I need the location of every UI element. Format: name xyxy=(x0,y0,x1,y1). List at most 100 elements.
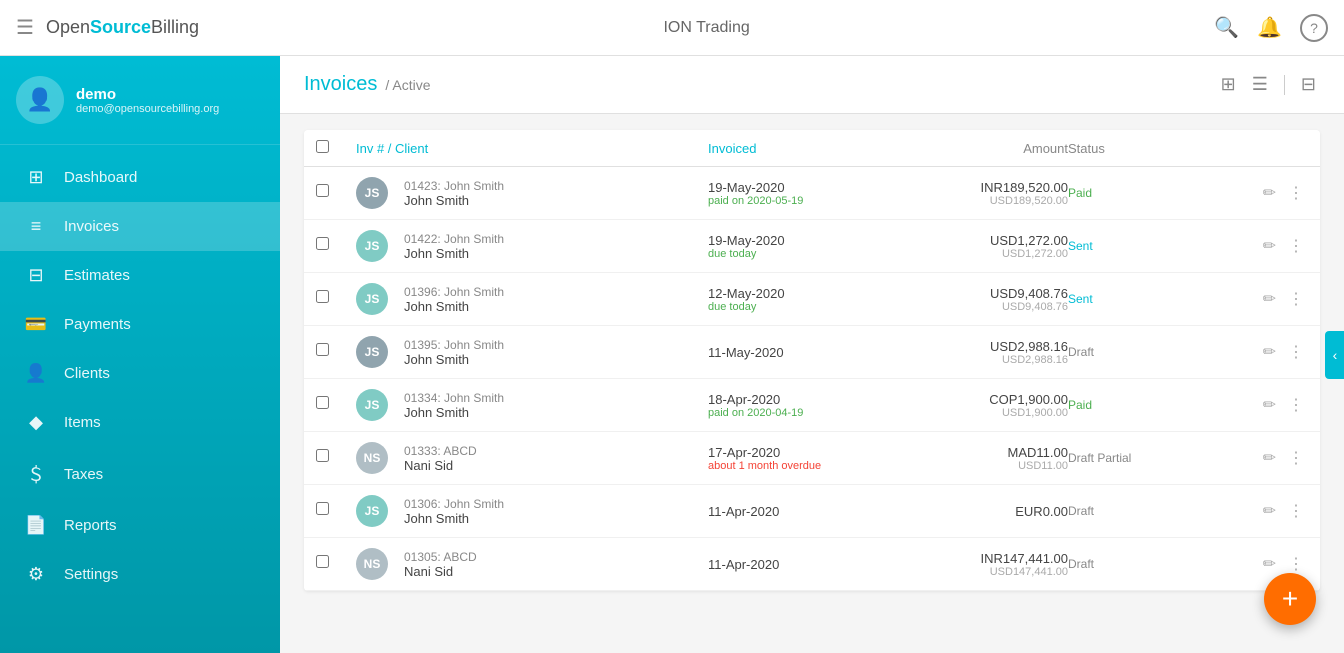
row-avatar: NS xyxy=(356,548,388,580)
row-actions: ✏ ⋮ xyxy=(1228,287,1308,311)
edit-invoice-button[interactable]: ✏ xyxy=(1259,552,1280,576)
row-date: 11-Apr-2020 xyxy=(708,504,908,519)
list-view-button[interactable]: ☰ xyxy=(1248,70,1272,99)
row-date-cell: 11-Apr-2020 xyxy=(708,504,908,519)
sidebar-item-label: Taxes xyxy=(64,466,103,483)
table-row: JS 01396: John Smith John Smith 12-May-2… xyxy=(304,273,1320,326)
sidebar-item-label: Estimates xyxy=(64,267,130,284)
bell-icon[interactable]: 🔔 xyxy=(1257,15,1282,40)
table-row: JS 01423: John Smith John Smith 19-May-2… xyxy=(304,167,1320,220)
status-badge: Sent xyxy=(1068,239,1093,253)
edit-invoice-button[interactable]: ✏ xyxy=(1259,499,1280,523)
date-sub: paid on 2020-05-19 xyxy=(708,195,908,207)
sidebar-item-payments[interactable]: 💳 Payments xyxy=(0,300,280,349)
user-name: demo xyxy=(76,86,219,103)
invoices-icon: ≡ xyxy=(24,216,48,237)
row-checkbox[interactable] xyxy=(316,396,329,409)
sidebar-item-taxes[interactable]: ＄ Taxes xyxy=(0,447,280,501)
avatar: 👤 xyxy=(16,76,64,124)
menu-icon[interactable]: ☰ xyxy=(16,15,34,40)
row-checkbox[interactable] xyxy=(316,449,329,462)
more-options-button[interactable]: ⋮ xyxy=(1284,393,1308,417)
row-status-cell: Draft xyxy=(1068,343,1228,361)
main-layout: 👤 demo demo@opensourcebilling.org ⊞ Dash… xyxy=(0,56,1344,653)
more-options-button[interactable]: ⋮ xyxy=(1284,340,1308,364)
row-client-cell: JS 01422: John Smith John Smith xyxy=(356,230,708,262)
sidebar-item-settings[interactable]: ⚙ Settings xyxy=(0,550,280,599)
row-client-name: John Smith xyxy=(404,511,504,526)
sidebar-nav: ⊞ Dashboard ≡ Invoices ⊟ Estimates 💳 Pay… xyxy=(0,145,280,653)
clients-icon: 👤 xyxy=(24,363,48,384)
sidebar-item-estimates[interactable]: ⊟ Estimates xyxy=(0,251,280,300)
sidebar-item-label: Payments xyxy=(64,316,131,333)
table-row: JS 01306: John Smith John Smith 11-Apr-2… xyxy=(304,485,1320,538)
row-invoice-info: 01422: John Smith John Smith xyxy=(396,232,504,261)
row-checkbox[interactable] xyxy=(316,343,329,356)
row-checkbox[interactable] xyxy=(316,237,329,250)
row-actions: ✏ ⋮ xyxy=(1228,234,1308,258)
row-checkbox-cell xyxy=(316,449,356,467)
row-checkbox[interactable] xyxy=(316,290,329,303)
sidebar-item-items[interactable]: ◆ Items xyxy=(0,398,280,447)
sidebar-item-dashboard[interactable]: ⊞ Dashboard xyxy=(0,153,280,202)
row-checkbox[interactable] xyxy=(316,502,329,515)
row-checkbox-cell xyxy=(316,343,356,361)
table-container: Inv # / Client Invoiced Amount Status JS… xyxy=(280,114,1344,607)
row-invoice-num: 01306: John Smith xyxy=(404,497,504,511)
row-checkbox[interactable] xyxy=(316,184,329,197)
row-checkbox[interactable] xyxy=(316,555,329,568)
collapse-panel-tab[interactable]: ‹ xyxy=(1325,331,1344,379)
row-invoice-num: 01333: ABCD xyxy=(404,444,477,458)
sidebar-item-clients[interactable]: 👤 Clients xyxy=(0,349,280,398)
select-all-checkbox[interactable] xyxy=(316,140,329,153)
row-client-name: John Smith xyxy=(404,352,504,367)
help-icon[interactable]: ? xyxy=(1300,14,1328,42)
sidebar-item-label: Settings xyxy=(64,566,118,583)
edit-invoice-button[interactable]: ✏ xyxy=(1259,181,1280,205)
row-actions: ✏ ⋮ xyxy=(1228,340,1308,364)
edit-invoice-button[interactable]: ✏ xyxy=(1259,287,1280,311)
estimates-icon: ⊟ xyxy=(24,265,48,286)
row-avatar: JS xyxy=(356,495,388,527)
status-badge: Draft Partial xyxy=(1068,451,1131,465)
sidebar-item-invoices[interactable]: ≡ Invoices xyxy=(0,202,280,251)
row-client-name: John Smith xyxy=(404,193,504,208)
row-status-cell: Paid xyxy=(1068,396,1228,414)
row-amount-cell: EUR0.00 xyxy=(908,504,1068,519)
logo-open: Open xyxy=(46,17,90,38)
more-options-button[interactable]: ⋮ xyxy=(1284,287,1308,311)
reports-icon: 📄 xyxy=(24,515,48,536)
filter-button[interactable]: ⊟ xyxy=(1297,70,1320,99)
edit-invoice-button[interactable]: ✏ xyxy=(1259,340,1280,364)
search-icon[interactable]: 🔍 xyxy=(1214,15,1239,40)
col-amount: Amount xyxy=(908,141,1068,156)
row-invoice-num: 01396: John Smith xyxy=(404,285,504,299)
row-invoice-info: 01396: John Smith John Smith xyxy=(396,285,504,314)
more-options-button[interactable]: ⋮ xyxy=(1284,446,1308,470)
more-options-button[interactable]: ⋮ xyxy=(1284,234,1308,258)
grid-view-button[interactable]: ⊞ xyxy=(1217,70,1240,99)
row-avatar: JS xyxy=(356,336,388,368)
row-date-cell: 18-Apr-2020 paid on 2020-04-19 xyxy=(708,392,908,419)
col-invoiced: Invoiced xyxy=(708,141,908,156)
sidebar-item-reports[interactable]: 📄 Reports xyxy=(0,501,280,550)
add-invoice-button[interactable]: + xyxy=(1264,573,1316,625)
more-options-button[interactable]: ⋮ xyxy=(1284,181,1308,205)
row-amount: COP1,900.00 xyxy=(908,392,1068,407)
table-row: NS 01305: ABCD Nani Sid 11-Apr-2020 INR1… xyxy=(304,538,1320,591)
edit-invoice-button[interactable]: ✏ xyxy=(1259,446,1280,470)
row-actions: ✏ ⋮ xyxy=(1228,552,1308,576)
row-amount-cell: USD9,408.76 USD9,408.76 xyxy=(908,286,1068,313)
table-row: NS 01333: ABCD Nani Sid 17-Apr-2020 abou… xyxy=(304,432,1320,485)
row-date: 19-May-2020 xyxy=(708,233,908,248)
user-info: demo demo@opensourcebilling.org xyxy=(76,86,219,115)
status-badge: Paid xyxy=(1068,186,1092,200)
more-options-button[interactable]: ⋮ xyxy=(1284,499,1308,523)
header-divider xyxy=(1284,75,1285,95)
row-checkbox-cell xyxy=(316,502,356,520)
edit-invoice-button[interactable]: ✏ xyxy=(1259,393,1280,417)
edit-invoice-button[interactable]: ✏ xyxy=(1259,234,1280,258)
row-amount: USD2,988.16 xyxy=(908,339,1068,354)
row-client-name: Nani Sid xyxy=(404,564,477,579)
row-actions: ✏ ⋮ xyxy=(1228,181,1308,205)
